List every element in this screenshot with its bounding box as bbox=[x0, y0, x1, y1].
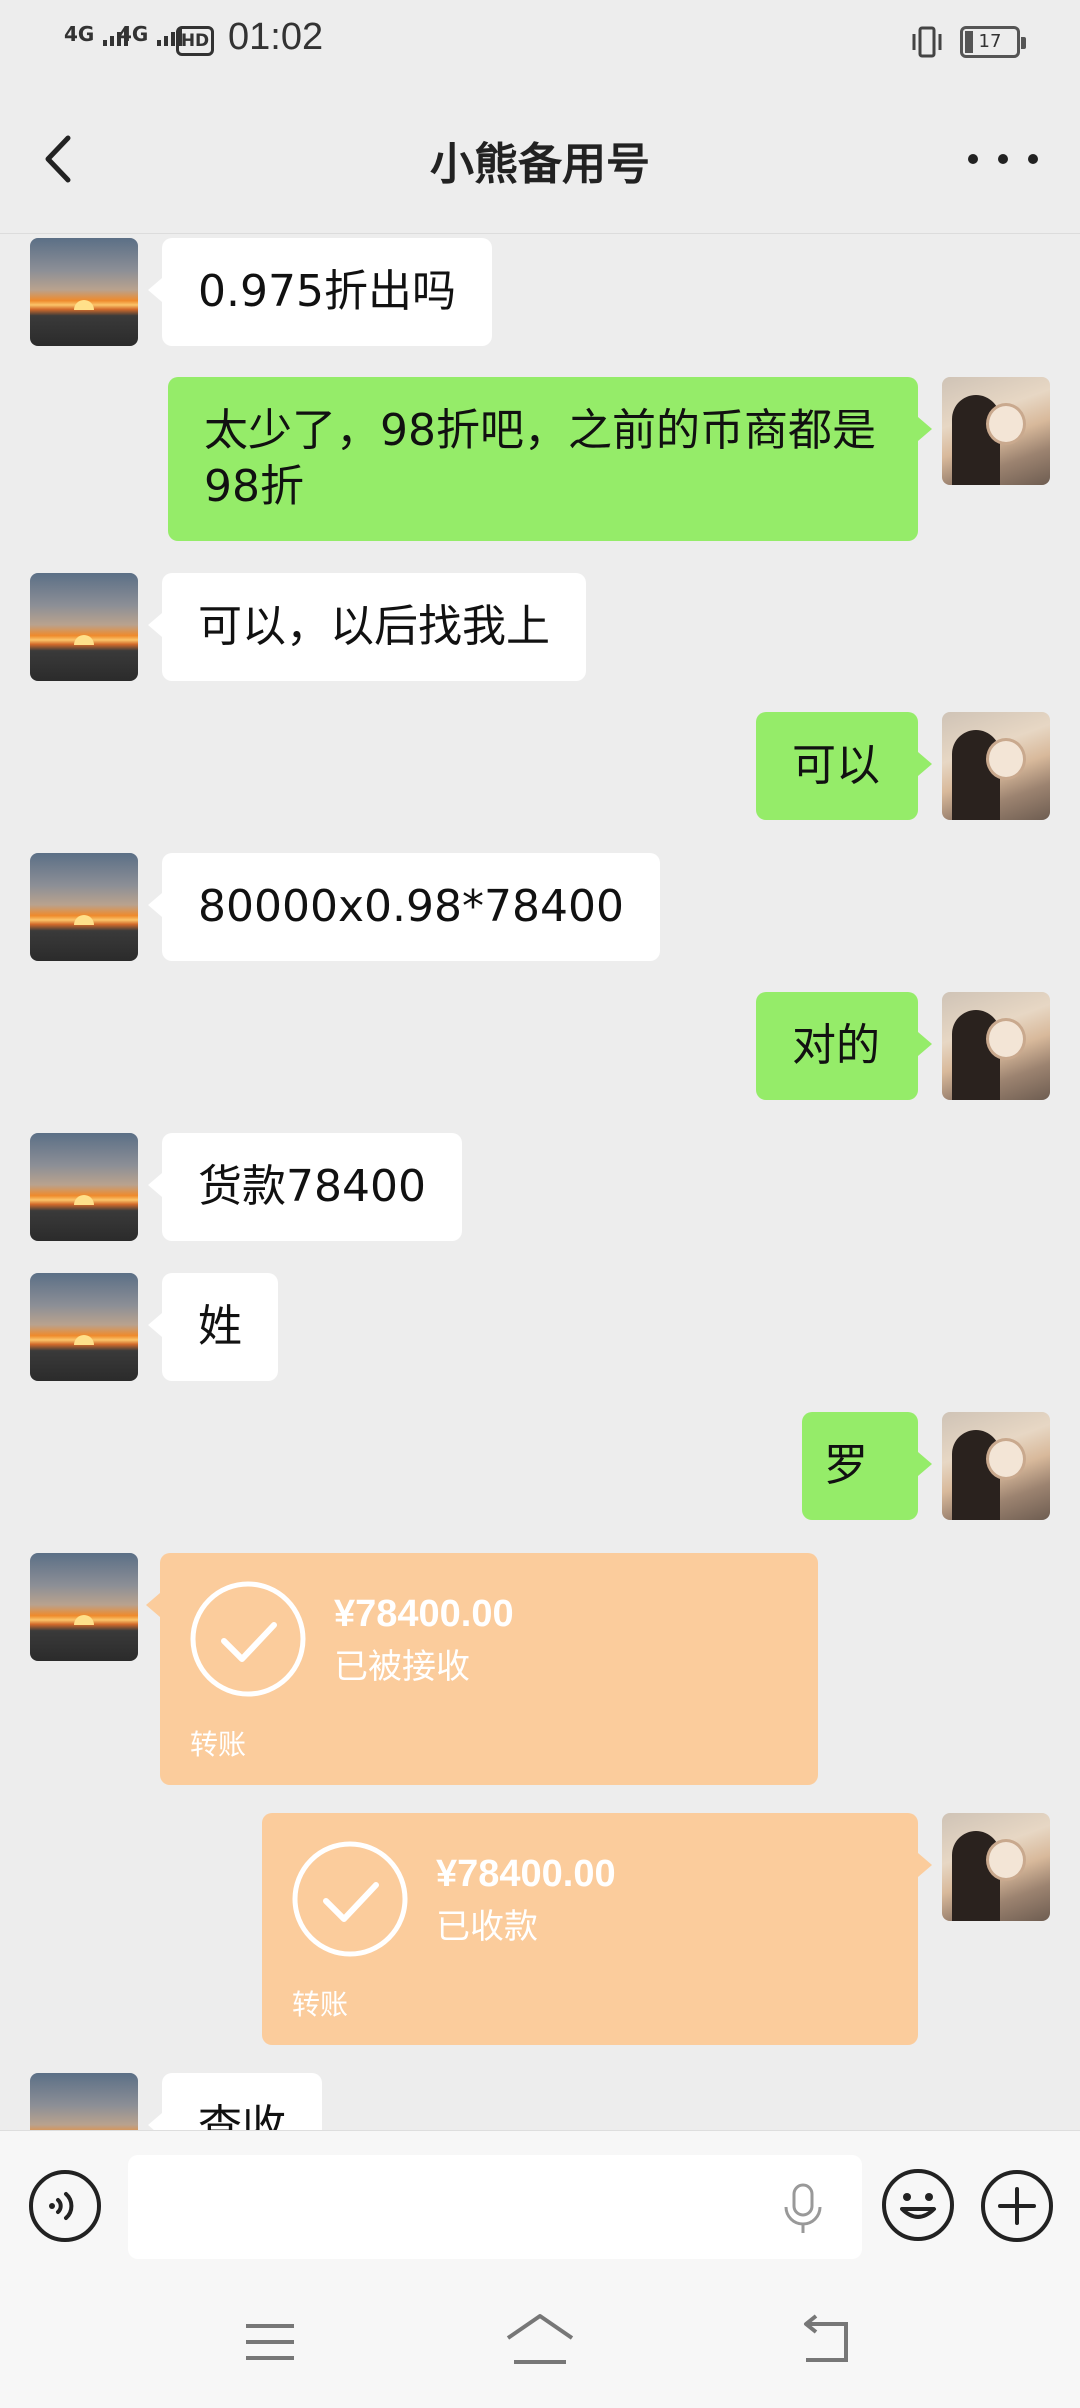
status-bar: 4G 4G HD 01:02 17 bbox=[0, 0, 1080, 84]
back-nav-icon[interactable] bbox=[796, 2310, 856, 2370]
transfer-status: 已收款 bbox=[436, 1907, 538, 1947]
my-avatar[interactable] bbox=[942, 712, 1050, 820]
outgoing-message[interactable]: 可以 bbox=[756, 712, 932, 820]
transfer-label: 转账 bbox=[190, 1728, 247, 1761]
message-text: 可以 bbox=[792, 740, 880, 791]
transfer-status: 已被接收 bbox=[334, 1647, 470, 1687]
home-icon[interactable] bbox=[504, 2310, 576, 2370]
signal-label-2: 4G bbox=[118, 22, 149, 46]
contact-avatar[interactable] bbox=[30, 238, 138, 346]
mic-icon[interactable] bbox=[780, 2181, 826, 2237]
incoming-message[interactable]: 80000x0.98*78400 bbox=[148, 853, 660, 961]
message-text: 0.975折出吗 bbox=[198, 266, 456, 317]
incoming-message[interactable]: 查收 bbox=[148, 2073, 322, 2130]
my-avatar[interactable] bbox=[942, 1813, 1050, 1921]
chat-header: 小熊备用号 bbox=[0, 84, 1080, 234]
chat-title: 小熊备用号 bbox=[430, 139, 650, 190]
menu-icon[interactable] bbox=[240, 2314, 300, 2370]
message-text: 查收 bbox=[198, 2101, 286, 2130]
message-text: 太少了，98折吧，之前的币商都是98折 bbox=[204, 405, 876, 512]
message-text: 可以，以后找我上 bbox=[198, 601, 550, 652]
contact-avatar[interactable] bbox=[30, 573, 138, 681]
check-circle-icon bbox=[190, 1581, 306, 1697]
transfer-card-received[interactable]: ¥78400.00 已被接收 转账 bbox=[146, 1553, 818, 1785]
message-text: 80000x0.98*78400 bbox=[198, 881, 624, 932]
check-circle-icon bbox=[292, 1841, 408, 1957]
outgoing-message[interactable]: 罗 bbox=[802, 1412, 932, 1520]
contact-avatar[interactable] bbox=[30, 1133, 138, 1241]
transfer-card-collected[interactable]: ¥78400.00 已收款 转账 bbox=[262, 1813, 932, 2045]
contact-avatar[interactable] bbox=[30, 853, 138, 961]
message-text: 对的 bbox=[792, 1020, 880, 1071]
my-avatar[interactable] bbox=[942, 992, 1050, 1100]
contact-avatar[interactable] bbox=[30, 1553, 138, 1661]
input-bar bbox=[0, 2130, 1080, 2280]
vibrate-icon bbox=[912, 26, 942, 58]
message-text: 货款78400 bbox=[198, 1161, 426, 1212]
incoming-message[interactable]: 可以，以后找我上 bbox=[148, 573, 586, 681]
voice-icon[interactable] bbox=[28, 2169, 102, 2243]
my-avatar[interactable] bbox=[942, 1412, 1050, 1520]
message-input[interactable] bbox=[128, 2155, 862, 2259]
message-text: 罗 bbox=[824, 1440, 868, 1491]
outgoing-message[interactable]: 太少了，98折吧，之前的币商都是98折 bbox=[168, 377, 932, 541]
outgoing-message[interactable]: 对的 bbox=[756, 992, 932, 1100]
battery-percent: 17 bbox=[978, 31, 1002, 52]
contact-avatar[interactable] bbox=[30, 1273, 138, 1381]
status-time: 01:02 bbox=[228, 16, 324, 58]
hd-badge: HD bbox=[176, 26, 214, 56]
system-nav-bar bbox=[0, 2280, 1080, 2408]
transfer-amount: ¥78400.00 bbox=[334, 1593, 514, 1635]
transfer-amount: ¥78400.00 bbox=[436, 1853, 616, 1895]
more-icon[interactable] bbox=[968, 134, 1038, 184]
incoming-message[interactable]: 货款78400 bbox=[148, 1133, 462, 1241]
battery-level bbox=[965, 31, 973, 53]
incoming-message[interactable]: 0.975折出吗 bbox=[148, 238, 492, 346]
my-avatar[interactable] bbox=[942, 377, 1050, 485]
message-text: 姓 bbox=[198, 1301, 242, 1352]
plus-icon[interactable] bbox=[980, 2169, 1054, 2243]
chat-list[interactable]: 0.975折出吗 太少了，98折吧，之前的币商都是98折 可以，以后找我上 可以… bbox=[0, 235, 1080, 2130]
battery-indicator: 17 bbox=[960, 26, 1026, 58]
signal-label-1: 4G bbox=[64, 22, 95, 46]
signal-indicator-2: 4G bbox=[118, 22, 183, 46]
incoming-message[interactable]: 姓 bbox=[148, 1273, 278, 1381]
emoji-icon[interactable] bbox=[880, 2167, 956, 2243]
transfer-label: 转账 bbox=[292, 1988, 349, 2021]
contact-avatar[interactable] bbox=[30, 2073, 138, 2130]
